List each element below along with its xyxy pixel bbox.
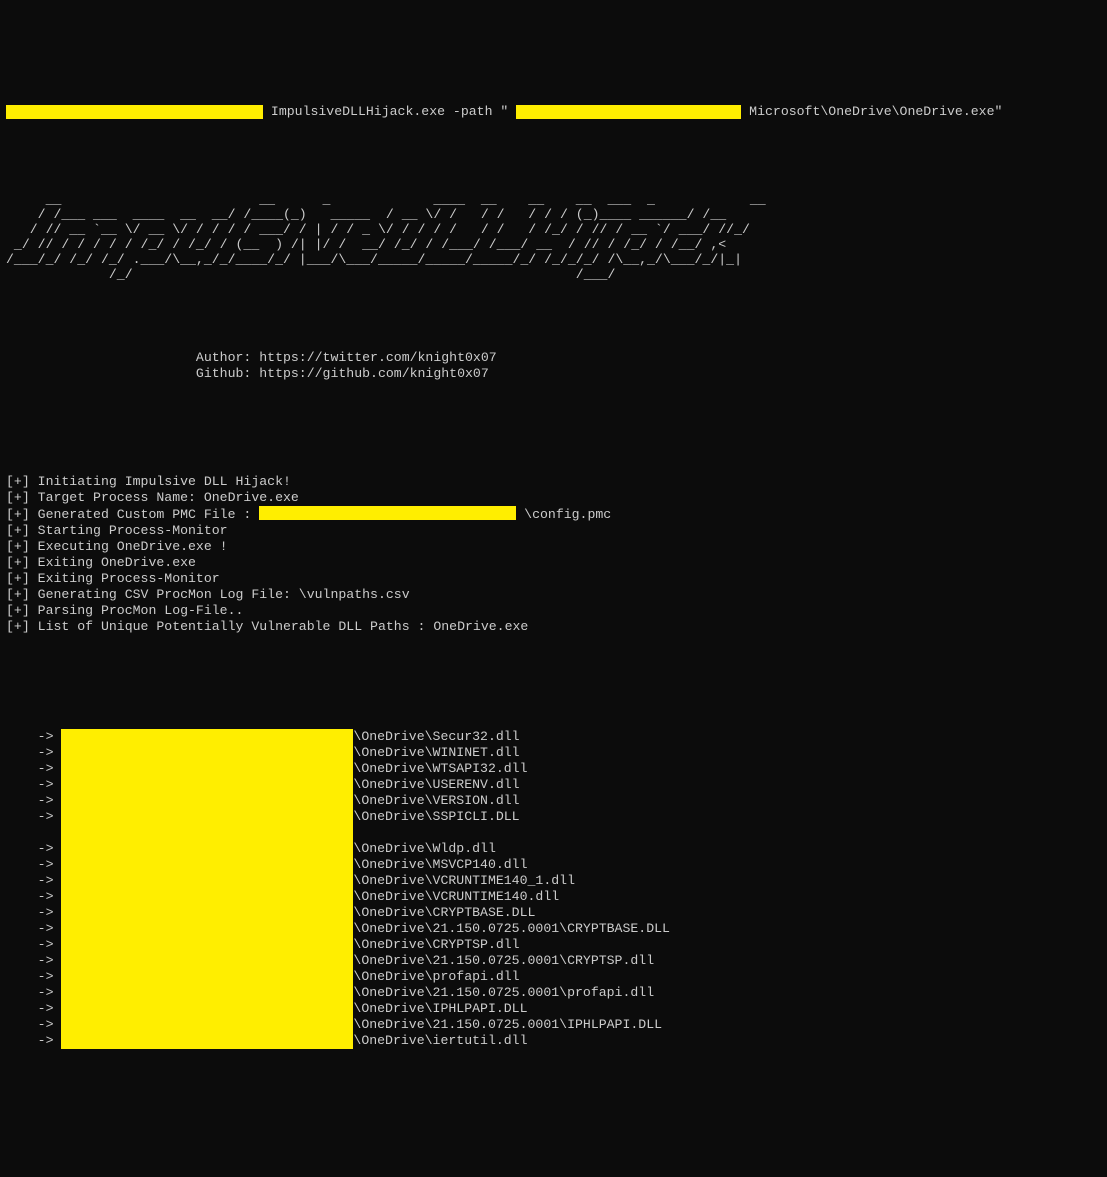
dll-paths-block: -> -> -> -> -> -> -> -> -> -> -> -> -> -…: [6, 697, 1101, 1081]
github-line: Github: https://github.com/knight0x07: [6, 366, 489, 381]
redacted-block-large: [61, 729, 353, 1049]
redacted-block: [259, 506, 516, 520]
log-line: [+] Exiting Process-Monitor: [6, 571, 220, 586]
log-line: [+] Exiting OneDrive.exe: [6, 555, 196, 570]
log-line: [+] Target Process Name: OneDrive.exe: [6, 490, 299, 505]
log-line: [+] Executing OneDrive.exe !: [6, 539, 228, 554]
log-block: [+] Initiating Impulsive DLL Hijack! [+]…: [6, 458, 1101, 635]
redacted-block: [516, 105, 741, 119]
log-line: [+] Generating CSV ProcMon Log File: \vu…: [6, 587, 410, 602]
author-line: Author: https://twitter.com/knight0x07: [6, 350, 497, 365]
log-line: [+] Parsing ProcMon Log-File..: [6, 603, 243, 618]
dll-path-column: \OneDrive\Secur32.dll \OneDrive\WININET.…: [353, 729, 670, 1049]
log-line: [+] List of Unique Potentially Vulnerabl…: [6, 619, 528, 634]
log-line: [+] Starting Process-Monitor: [6, 523, 228, 538]
redacted-block: [6, 105, 263, 119]
command-text-tail: Microsoft\OneDrive\OneDrive.exe": [741, 104, 1002, 119]
terminal-output: ImpulsiveDLLHijack.exe -path " Microsoft…: [6, 72, 1101, 1097]
log-line: [+] Initiating Impulsive DLL Hijack!: [6, 474, 291, 489]
ascii-banner: __ __ _ ____ __ __ __ ___ _ __ / /___ __…: [6, 192, 1101, 282]
arrow-column: -> -> -> -> -> -> -> -> -> -> -> -> -> -…: [6, 729, 61, 1049]
author-info: Author: https://twitter.com/knight0x07 G…: [6, 334, 1101, 382]
log-pmc-prefix: [+] Generated Custom PMC File :: [6, 507, 259, 522]
log-pmc-suffix: \config.pmc: [516, 507, 611, 522]
command-line: ImpulsiveDLLHijack.exe -path " Microsoft…: [6, 104, 1101, 120]
command-text: ImpulsiveDLLHijack.exe -path ": [263, 104, 516, 119]
